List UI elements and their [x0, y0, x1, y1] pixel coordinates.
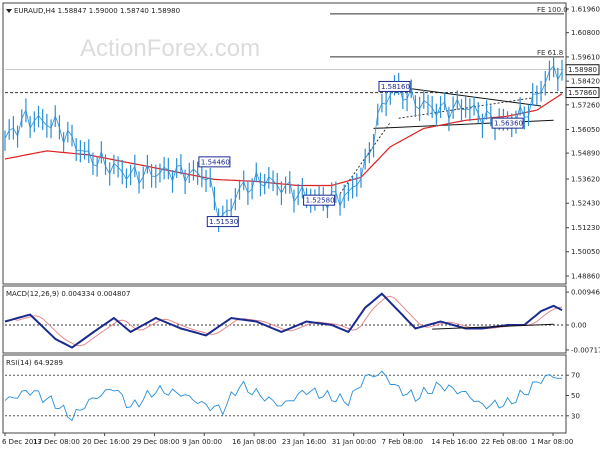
triangle-upper-line	[394, 85, 542, 107]
price-callout: 1.56360	[491, 117, 524, 129]
dropdown-triangle-icon[interactable]	[6, 9, 12, 13]
callout-label: 1.58160	[381, 83, 410, 91]
fib-label: FE 100.0	[537, 6, 568, 14]
rsi-tick-label: 70	[571, 372, 580, 380]
x-axis: 6 Dec 201713 Dec 08:00 20 Dec 16:00 29 Dec…	[2, 433, 573, 446]
x-tick-label: 7 Feb 08:00	[382, 438, 423, 446]
macd-signal-line	[4, 295, 563, 347]
price-callout: 1.54460	[198, 156, 231, 168]
price-tick-label: 1.60800	[571, 29, 600, 37]
price-tag-label: 1.57860	[568, 89, 597, 97]
price-callout: 1.51530	[206, 216, 239, 228]
price-tick-label: 1.53620	[571, 175, 600, 183]
price-callout: 1.58160	[378, 80, 411, 92]
rsi-panel-frame	[2, 354, 567, 434]
price-tick-label: 1.57260	[571, 101, 600, 109]
rsi-plot	[4, 370, 564, 422]
x-tick-label: 1 Mar 08:00	[531, 438, 573, 446]
macd-line	[4, 292, 563, 349]
macd-plot	[4, 292, 564, 349]
price-tick-label: 1.59610	[571, 53, 600, 61]
callout-label: 1.51530	[209, 218, 238, 226]
price-header: EURAUD,H4 1.58847 1.59000 1.58740 1.5898…	[14, 7, 180, 15]
macd-tick-label: 0.00	[571, 321, 587, 329]
chart-canvas: ActionForex.com EURAUD,H4 1.58847 1.5900…	[2, 2, 600, 446]
price-tick-label: 1.54890	[571, 150, 600, 158]
rsi-header: RSI(14) 64.9289	[6, 359, 63, 367]
rsi-line	[4, 370, 562, 422]
x-tick-label: 16 Jan 08:00	[232, 438, 276, 446]
macd-header: MACD(12,26,9) 0.004334 0.004807	[6, 290, 130, 298]
rsi-tick-label: 30	[571, 412, 580, 420]
fib-label: FE 61.8	[537, 49, 563, 57]
rsi-y-axis: 70 50 30	[566, 372, 580, 420]
x-tick-label: 9 Jan 00:00	[182, 438, 222, 446]
price-tick-label: 1.61960	[571, 6, 600, 14]
x-tick-label: 22 Feb 08:00	[481, 438, 527, 446]
callout-label: 1.52580	[306, 197, 335, 205]
x-tick-label: 14 Feb 16:00	[431, 438, 477, 446]
price-tag-label: 1.58980	[568, 66, 597, 74]
price-tick-label: 1.48860	[571, 273, 600, 281]
price-tick-label: 1.58420	[571, 78, 600, 86]
x-tick-label: 31 Jan 00:00	[332, 438, 376, 446]
x-tick-label: 23 Jan 16:00	[282, 438, 326, 446]
rsi-tick-label: 50	[571, 392, 580, 400]
price-tick-label: 1.56050	[571, 126, 600, 134]
macd-y-axis: 0.009466 0.00 -0.007178	[566, 289, 600, 354]
x-tick-label: 13 Dec 08:00	[33, 438, 80, 446]
x-tick-label: 29 Dec 08:00	[132, 438, 179, 446]
price-tick-label: 1.50050	[571, 248, 600, 256]
price-y-axis: 1.61960 1.60800 1.59610 1.58420 1.57260 1.560…	[566, 6, 600, 281]
price-tick-label: 1.51230	[571, 224, 600, 232]
watermark: ActionForex.com	[80, 35, 260, 62]
price-tick-label: 1.52430	[571, 200, 600, 208]
x-tick-label: 20 Dec 16:00	[83, 438, 130, 446]
callout-label: 1.56360	[494, 120, 523, 128]
macd-tick-label: -0.007178	[571, 346, 600, 354]
triangle-lower-line	[373, 119, 554, 129]
macd-tick-label: 0.009466	[571, 289, 600, 297]
callout-label: 1.54460	[201, 158, 230, 166]
price-callout: 1.52580	[303, 194, 336, 206]
